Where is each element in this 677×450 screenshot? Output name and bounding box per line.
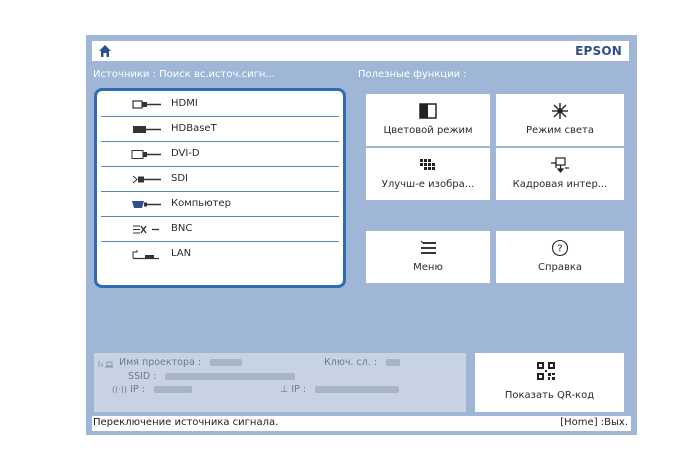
show-qr-code-button[interactable]: Показать QR-код xyxy=(475,353,624,412)
keyword-row: Ключ. сл. : xyxy=(324,357,401,368)
lan-port-icon xyxy=(132,250,159,260)
help-label: Справка xyxy=(537,262,583,273)
brand-logo: EPSON xyxy=(575,44,622,58)
source-item-hdmi[interactable]: HDMI xyxy=(101,93,339,117)
source-item-dvi[interactable]: DVI-D xyxy=(101,143,339,167)
wireless-ip-row: ((·)) IP : xyxy=(112,384,192,395)
frame-interpolation-icon xyxy=(551,157,569,173)
image-enhance-label: Улучш-е изобра... xyxy=(381,179,475,190)
projector-info-panel: Имя проектора : Ключ. сл. : SSID : ((·))… xyxy=(94,353,466,412)
menu-label: Меню xyxy=(413,262,443,273)
color-mode-icon xyxy=(419,103,437,119)
help-button[interactable]: ? Справка xyxy=(496,231,624,283)
home-screen: EPSON Источники : Поиск вс.источ.сигн...… xyxy=(86,35,637,435)
frame-interpolation-label: Кадровая интер... xyxy=(512,179,608,190)
image-enhance-icon xyxy=(420,159,435,170)
source-label: DVI-D xyxy=(171,148,200,159)
projector-name-value xyxy=(210,359,243,366)
svg-text:?: ? xyxy=(557,244,562,255)
sdi-port-icon xyxy=(132,175,161,184)
qr-code-icon xyxy=(537,362,555,380)
source-item-bnc[interactable]: BNC xyxy=(101,218,339,242)
projector-name-label: Имя проектора : xyxy=(119,357,202,368)
wired-lan-icon: ⊥ xyxy=(280,384,289,395)
status-hint: Переключение источника сигнала. xyxy=(93,417,279,428)
image-enhance-button[interactable]: Улучш-е изобра... xyxy=(366,148,490,200)
ssid-value xyxy=(165,373,296,380)
source-list: HDMI HDBaseT DVI-D SDI Компьютер BNC LAN xyxy=(94,88,346,288)
status-bar: Переключение источника сигнала. [Home] :… xyxy=(92,416,631,431)
light-mode-label: Режим света xyxy=(526,125,594,136)
source-label: Компьютер xyxy=(171,198,231,209)
help-icon: ? xyxy=(551,239,569,257)
source-item-hdbaset[interactable]: HDBaseT xyxy=(101,118,339,142)
exit-hint: [Home] :Вых. xyxy=(560,417,628,428)
hdmi-port-icon xyxy=(132,100,161,109)
keyword-label: Ключ. сл. : xyxy=(324,357,378,368)
functions-section-label: Полезные функции : xyxy=(358,69,467,80)
computer-port-icon xyxy=(132,201,161,208)
wired-ip-value xyxy=(315,386,400,393)
light-mode-icon xyxy=(552,103,568,119)
source-item-sdi[interactable]: SDI xyxy=(101,168,339,192)
light-mode-button[interactable]: Режим света xyxy=(496,94,624,146)
menu-button[interactable]: Меню xyxy=(366,231,490,283)
color-mode-label: Цветовой режим xyxy=(383,125,473,136)
source-label: HDBaseT xyxy=(171,123,217,134)
ssid-label: SSID : xyxy=(128,371,157,382)
top-bar: EPSON xyxy=(92,41,629,61)
sources-section-label: Источники : Поиск вс.источ.сигн... xyxy=(93,69,275,80)
wireless-icon: ((·)) xyxy=(112,385,128,394)
network-icon xyxy=(98,361,113,368)
wireless-ip-value xyxy=(153,386,192,393)
color-mode-button[interactable]: Цветовой режим xyxy=(366,94,490,146)
wired-ip-label: IP : xyxy=(291,384,307,395)
wired-ip-row: ⊥ IP : xyxy=(280,384,400,395)
source-label: HDMI xyxy=(171,98,198,109)
source-label: LAN xyxy=(171,248,192,259)
frame-interpolation-button[interactable]: Кадровая интер... xyxy=(496,148,624,200)
keyword-value xyxy=(386,359,401,366)
dvi-port-icon xyxy=(131,150,161,159)
source-item-lan[interactable]: LAN xyxy=(101,243,339,266)
source-label: BNC xyxy=(171,223,193,234)
wireless-ip-label: IP : xyxy=(130,384,145,395)
hdbaset-port-icon xyxy=(133,126,161,133)
bnc-port-icon xyxy=(133,225,159,234)
show-qr-code-label: Показать QR-код xyxy=(504,390,595,401)
home-icon[interactable] xyxy=(98,44,112,58)
source-label: SDI xyxy=(171,173,188,184)
source-item-computer[interactable]: Компьютер xyxy=(101,193,339,217)
projector-name-row: Имя проектора : xyxy=(119,357,243,368)
menu-icon xyxy=(420,240,436,254)
ssid-row: SSID : xyxy=(128,371,296,382)
